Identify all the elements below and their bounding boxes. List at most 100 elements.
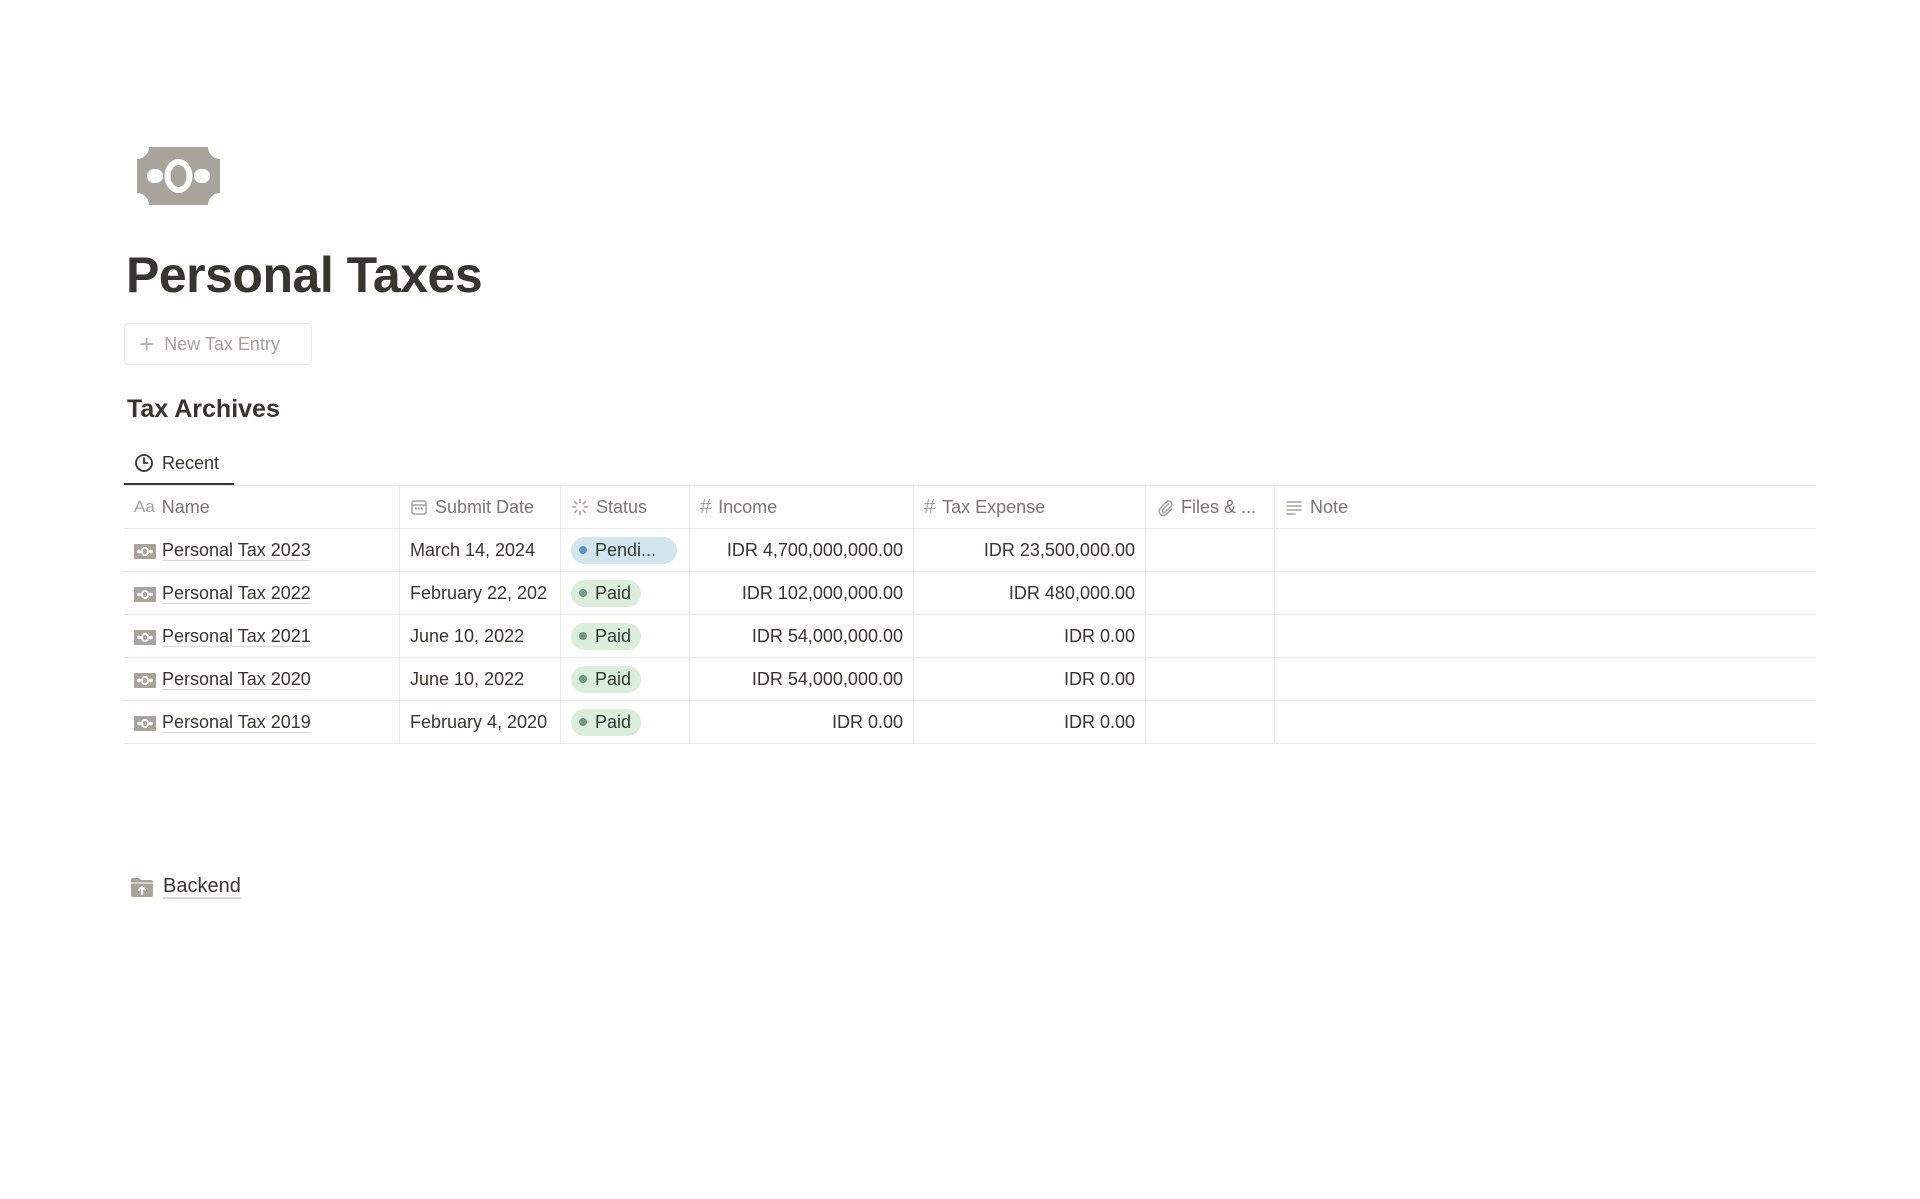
submit-date-value: June 10, 2022 (410, 625, 525, 646)
status-label: Paid (595, 625, 632, 646)
money-bill-icon (134, 543, 156, 559)
status-badge: Pendi... (571, 536, 677, 564)
status-label: Paid (595, 582, 632, 603)
status-dot (579, 589, 587, 597)
status-label: Paid (595, 711, 632, 732)
table-row[interactable]: Personal Tax 2023 March 14, 2024 Pendi... I… (124, 529, 1816, 572)
cell-submit-date[interactable]: February 22, 202 (400, 572, 561, 614)
status-badge: Paid (571, 622, 642, 650)
cell-note[interactable] (1275, 529, 1816, 571)
column-header-income[interactable]: # Income (690, 486, 914, 528)
tab-recent[interactable]: Recent (124, 443, 234, 485)
table-row[interactable]: Personal Tax 2020 June 10, 2022 Paid IDR 54… (124, 658, 1816, 701)
income-value: IDR 4,700,000,000.00 (726, 539, 903, 560)
cell-files[interactable] (1146, 658, 1275, 700)
cell-submit-date[interactable]: June 10, 2022 (400, 658, 561, 700)
cell-income[interactable]: IDR 0.00 (690, 701, 914, 743)
new-tax-entry-button[interactable]: + New Tax Entry (124, 323, 312, 365)
income-value: IDR 54,000,000.00 (751, 668, 903, 689)
income-value: IDR 102,000,000.00 (741, 582, 903, 603)
cell-income[interactable]: IDR 102,000,000.00 (690, 572, 914, 614)
status-label: Pendi... (595, 539, 657, 560)
cell-income[interactable]: IDR 54,000,000.00 (690, 658, 914, 700)
cell-status[interactable]: Paid (561, 701, 690, 743)
cell-submit-date[interactable]: March 14, 2024 (400, 529, 561, 571)
page-title: Personal Taxes (126, 247, 483, 303)
submit-date-value: June 10, 2022 (410, 668, 525, 689)
submit-date-value: March 14, 2024 (410, 539, 536, 560)
status-loader-icon (571, 498, 589, 516)
tax-expense-value: IDR 0.00 (1063, 711, 1135, 732)
table-row[interactable]: Personal Tax 2022 February 22, 202 Paid IDR… (124, 572, 1816, 615)
cell-status[interactable]: Paid (561, 572, 690, 614)
income-value: IDR 0.00 (831, 711, 903, 732)
cell-tax-expense[interactable]: IDR 0.00 (914, 658, 1146, 700)
row-title-link[interactable]: Personal Tax 2021 (162, 626, 311, 647)
row-title-link[interactable]: Personal Tax 2020 (162, 669, 311, 690)
cell-income[interactable]: IDR 54,000,000.00 (690, 615, 914, 657)
tab-recent-label: Recent (162, 452, 220, 473)
cell-note[interactable] (1275, 658, 1816, 700)
new-tax-entry-label: New Tax Entry (164, 333, 280, 354)
cell-tax-expense[interactable]: IDR 0.00 (914, 701, 1146, 743)
calendar-icon (410, 498, 428, 516)
status-badge: Paid (571, 665, 642, 693)
cell-note[interactable] (1275, 615, 1816, 657)
backend-link[interactable]: Backend (130, 875, 241, 898)
tax-expense-value: IDR 480,000.00 (1008, 582, 1135, 603)
status-dot (579, 718, 587, 726)
column-header-name[interactable]: Aa Name (124, 486, 400, 528)
column-header-status[interactable]: Status (561, 486, 690, 528)
cell-status[interactable]: Paid (561, 658, 690, 700)
money-bill-icon (134, 715, 156, 731)
cell-tax-expense[interactable]: IDR 480,000.00 (914, 572, 1146, 614)
text-lines-icon (1285, 498, 1303, 516)
row-title-link[interactable]: Personal Tax 2022 (162, 583, 311, 604)
number-hash-icon: # (924, 495, 936, 518)
cell-income[interactable]: IDR 4,700,000,000.00 (690, 529, 914, 571)
cell-name[interactable]: Personal Tax 2019 (124, 701, 400, 743)
table-body: Personal Tax 2023 March 14, 2024 Pendi... I… (124, 529, 1816, 744)
status-dot (579, 546, 587, 554)
status-badge: Paid (571, 708, 642, 736)
backend-link-label: Backend (163, 875, 241, 897)
table-row[interactable]: Personal Tax 2019 February 4, 2020 Paid IDR… (124, 701, 1816, 744)
column-header-note[interactable]: Note (1275, 486, 1816, 528)
cell-status[interactable]: Paid (561, 615, 690, 657)
column-header-submit-date[interactable]: Submit Date (400, 486, 561, 528)
cell-files[interactable] (1146, 701, 1275, 743)
column-header-tax-expense[interactable]: # Tax Expense (914, 486, 1146, 528)
income-value: IDR 54,000,000.00 (751, 625, 903, 646)
row-title-link[interactable]: Personal Tax 2019 (162, 712, 311, 733)
cell-name[interactable]: Personal Tax 2022 (124, 572, 400, 614)
cell-tax-expense[interactable]: IDR 23,500,000.00 (914, 529, 1146, 571)
database-title[interactable]: Tax Archives (127, 395, 280, 424)
table-row[interactable]: Personal Tax 2021 June 10, 2022 Paid IDR 54… (124, 615, 1816, 658)
money-bill-icon (134, 629, 156, 645)
table-header-row: Aa Name Submit Date Status # Income # Ta… (124, 486, 1816, 529)
cell-status[interactable]: Pendi... (561, 529, 690, 571)
cell-submit-date[interactable]: June 10, 2022 (400, 615, 561, 657)
clock-icon (135, 454, 153, 472)
number-hash-icon: # (700, 495, 712, 518)
cell-name[interactable]: Personal Tax 2020 (124, 658, 400, 700)
money-bill-icon (134, 672, 156, 688)
cell-files[interactable] (1146, 572, 1275, 614)
status-label: Paid (595, 668, 632, 689)
row-title-link[interactable]: Personal Tax 2023 (162, 540, 311, 561)
cell-tax-expense[interactable]: IDR 0.00 (914, 615, 1146, 657)
cell-name[interactable]: Personal Tax 2021 (124, 615, 400, 657)
cell-files[interactable] (1146, 529, 1275, 571)
status-dot (579, 632, 587, 640)
cell-files[interactable] (1146, 615, 1275, 657)
column-header-files[interactable]: Files & ... (1146, 486, 1275, 528)
tax-expense-value: IDR 0.00 (1063, 625, 1135, 646)
cell-submit-date[interactable]: February 4, 2020 (400, 701, 561, 743)
tax-archives-table: Aa Name Submit Date Status # Income # Ta… (124, 485, 1816, 744)
cell-name[interactable]: Personal Tax 2023 (124, 529, 400, 571)
cell-note[interactable] (1275, 572, 1816, 614)
money-bill-icon (134, 586, 156, 602)
money-bill-icon[interactable] (137, 147, 220, 205)
tax-expense-value: IDR 0.00 (1063, 668, 1135, 689)
cell-note[interactable] (1275, 701, 1816, 743)
